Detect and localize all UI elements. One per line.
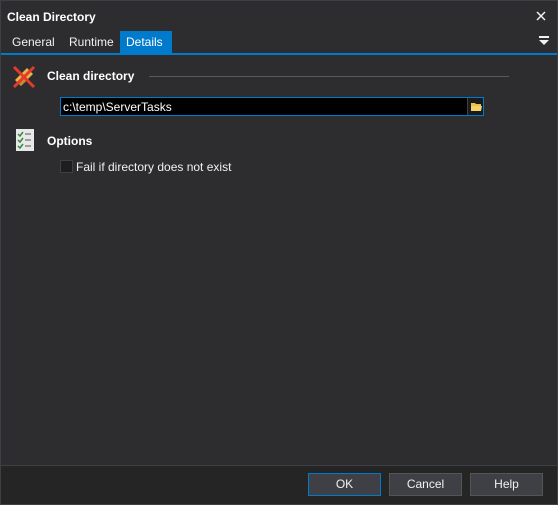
menu-dropdown-icon <box>539 36 549 45</box>
ok-button[interactable]: OK <box>308 473 381 496</box>
section-divider <box>149 76 509 77</box>
folder-icon <box>471 103 482 111</box>
tab-bar: General Runtime Details <box>1 31 557 55</box>
directory-path-field[interactable] <box>60 97 484 116</box>
section-label-clean-directory: Clean directory <box>47 69 135 83</box>
tab-runtime[interactable]: Runtime <box>63 31 120 53</box>
directory-path-input[interactable] <box>62 99 466 114</box>
details-panel: Clean directory Options <box>1 57 557 465</box>
fail-if-missing-checkbox[interactable] <box>60 160 73 173</box>
help-button[interactable]: Help <box>470 473 543 496</box>
broom-cross-icon <box>11 64 37 90</box>
tab-general[interactable]: General <box>6 31 61 53</box>
cancel-button[interactable]: Cancel <box>389 473 462 496</box>
tab-menu-button[interactable] <box>537 34 551 48</box>
button-bar: OK Cancel Help <box>1 465 557 504</box>
dialog-window: Clean Directory General Runtime Details <box>0 0 558 505</box>
close-icon <box>536 11 546 21</box>
close-button[interactable] <box>531 6 551 26</box>
window-title: Clean Directory <box>7 10 96 24</box>
section-label-options: Options <box>47 134 93 148</box>
browse-folder-button[interactable] <box>467 98 483 115</box>
fail-if-missing-label[interactable]: Fail if directory does not exist <box>76 160 231 174</box>
tab-details[interactable]: Details <box>120 31 172 53</box>
title-bar: Clean Directory <box>1 1 557 31</box>
checklist-icon <box>13 127 39 153</box>
